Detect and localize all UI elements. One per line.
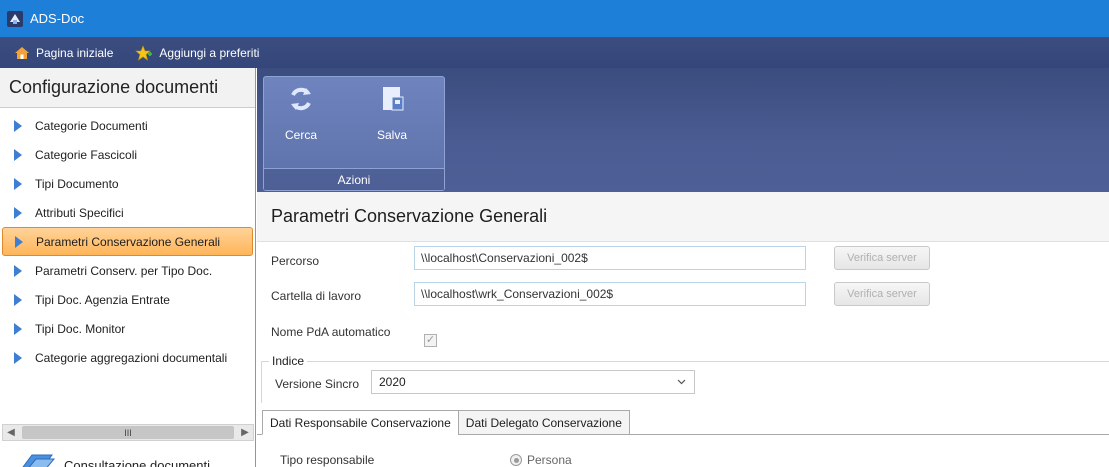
triangle-right-icon — [14, 148, 22, 161]
sidebar-item-tipi-doc-agenzia-entrate[interactable]: Tipi Doc. Agenzia Entrate — [2, 285, 253, 314]
sidebar-item-label: Parametri Conserv. per Tipo Doc. — [35, 263, 213, 278]
sidebar-item-label: Parametri Conservazione Generali — [36, 234, 221, 249]
nome-pda-automatico-label: Nome PdA automatico — [271, 325, 391, 339]
sidebar-header: Configurazione documenti — [0, 68, 255, 108]
nome-pda-automatico-checkbox[interactable]: ✓ — [424, 334, 437, 347]
percorso-label: Percorso — [271, 254, 320, 268]
tab-strip: Dati Responsabile Conservazione Dati Del… — [262, 410, 630, 435]
save-icon — [383, 87, 404, 111]
versione-sincro-select[interactable]: 2020 — [371, 370, 695, 394]
triangle-right-icon — [15, 235, 23, 248]
cartella-lavoro-input[interactable]: \\localhost\wrk_Conservazioni_002$ — [414, 282, 806, 306]
chevron-down-icon — [677, 379, 686, 385]
sidebar-item-categorie-aggregazioni[interactable]: Categorie aggregazioni documentali — [2, 343, 253, 372]
add-favorite-link[interactable]: Aggiungi a preferiti — [135, 44, 260, 61]
window-title: ADS-Doc — [30, 11, 85, 26]
scroll-left-arrow-icon[interactable]: ◀ — [3, 427, 19, 438]
ribbon-group-label: Azioni — [264, 168, 444, 190]
sidebar-item-parametri-conserv-tipo-doc[interactable]: Parametri Conserv. per Tipo Doc. — [2, 256, 253, 285]
scrollbar-grip: III — [124, 427, 132, 438]
triangle-right-icon — [14, 264, 22, 277]
main-content: Parametri Conservazione Generali Percors… — [257, 192, 1109, 467]
refresh-icon — [291, 87, 311, 111]
sidebar-item-label: Tipi Doc. Agenzia Entrate — [35, 292, 170, 307]
triangle-right-icon — [14, 119, 22, 132]
sidebar-item-tipi-doc-monitor[interactable]: Tipi Doc. Monitor — [2, 314, 253, 343]
star-add-icon — [135, 44, 153, 61]
ribbon: Cerca Salva Azioni — [257, 68, 1109, 192]
versione-sincro-value: 2020 — [379, 375, 406, 389]
sidebar-item-categorie-fascicoli[interactable]: Categorie Fascicoli — [2, 140, 253, 169]
persona-radio[interactable]: Persona — [510, 453, 572, 467]
scrollbar-thumb[interactable]: III — [22, 426, 234, 439]
sidebar-item-label: Categorie Documenti — [35, 118, 148, 133]
tipo-responsabile-label: Tipo responsabile — [280, 453, 375, 467]
sidebar-nav: Categorie Documenti Categorie Fascicoli … — [0, 108, 255, 372]
favorites-bar: Pagina iniziale Aggiungi a preferiti — [0, 37, 1109, 68]
check-icon: ✓ — [425, 334, 436, 346]
triangle-right-icon — [14, 293, 22, 306]
title-bar: ADS-Doc — [0, 0, 1109, 37]
persona-radio-label: Persona — [527, 453, 572, 467]
salva-button[interactable]: Salva — [362, 81, 422, 151]
add-favorite-label: Aggiungi a preferiti — [159, 45, 260, 60]
radio-icon — [510, 454, 522, 466]
cerca-button[interactable]: Cerca — [271, 81, 331, 151]
indice-group-title: Indice — [269, 354, 308, 368]
home-link[interactable]: Pagina iniziale — [14, 46, 113, 60]
triangle-right-icon — [14, 177, 22, 190]
triangle-right-icon — [14, 206, 22, 219]
cerca-button-label: Cerca — [284, 128, 317, 142]
tab-dati-delegato[interactable]: Dati Delegato Conservazione — [457, 410, 630, 435]
verifica-server-cartella-button[interactable]: Verifica server — [834, 282, 930, 306]
sidebar-item-label: Categorie Fascicoli — [35, 147, 138, 162]
sidebar-item-categorie-documenti[interactable]: Categorie Documenti — [2, 111, 253, 140]
scroll-right-arrow-icon[interactable]: ▶ — [237, 427, 253, 438]
ribbon-group-azioni: Cerca Salva Azioni — [263, 76, 445, 191]
salva-button-label: Salva — [376, 128, 408, 142]
section-title: Parametri Conservazione Generali — [257, 192, 1109, 242]
sidebar-item-label: Tipi Doc. Monitor — [35, 321, 126, 336]
consultazione-documenti-label: Consultazione documenti — [64, 458, 210, 467]
home-link-label: Pagina iniziale — [36, 45, 114, 60]
sidebar-item-parametri-conservazione-generali[interactable]: Parametri Conservazione Generali — [2, 227, 253, 256]
verifica-server-percorso-button[interactable]: Verifica server — [834, 246, 930, 270]
sidebar: Configurazione documenti Categorie Docum… — [0, 68, 256, 467]
cartella-lavoro-label: Cartella di lavoro — [271, 289, 362, 303]
sidebar-item-attributi-specifici[interactable]: Attributi Specifici — [2, 198, 253, 227]
triangle-right-icon — [14, 351, 22, 364]
sidebar-horizontal-scrollbar[interactable]: ◀ III ▶ — [2, 424, 254, 441]
consultazione-documenti-link[interactable]: Consultazione documenti — [18, 448, 210, 467]
triangle-right-icon — [14, 322, 22, 335]
sidebar-item-label: Tipi Documento — [35, 176, 119, 191]
sidebar-item-label: Categorie aggregazioni documentali — [35, 350, 228, 365]
versione-sincro-label: Versione Sincro — [275, 377, 360, 391]
percorso-input[interactable]: \\localhost\Conservazioni_002$ — [414, 246, 806, 270]
app-logo-icon — [7, 10, 23, 27]
tab-dati-responsabile[interactable]: Dati Responsabile Conservazione — [262, 410, 459, 435]
documents-icon — [22, 454, 56, 467]
sidebar-item-label: Attributi Specifici — [35, 205, 124, 220]
home-icon — [15, 46, 29, 59]
sidebar-item-tipi-documento[interactable]: Tipi Documento — [2, 169, 253, 198]
